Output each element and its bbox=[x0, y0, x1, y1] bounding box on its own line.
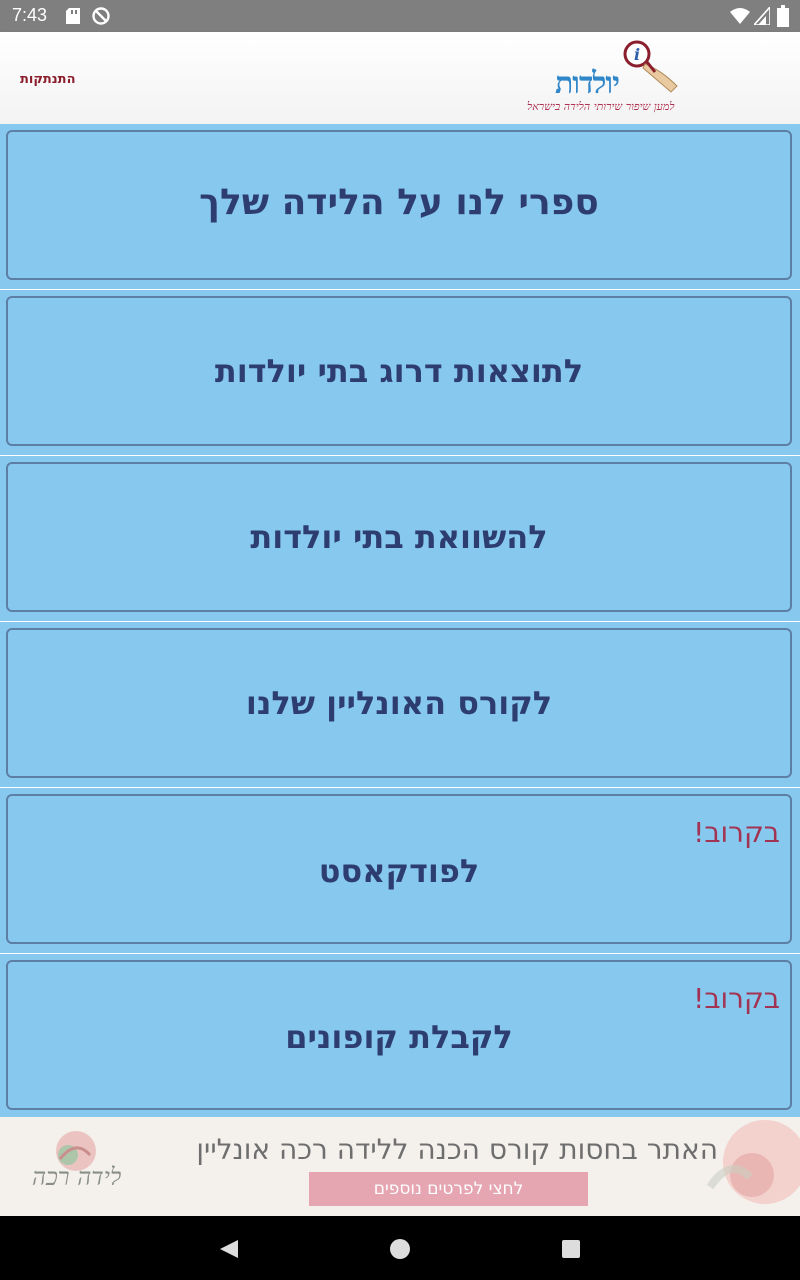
banner-logo-text: לידה רכה bbox=[32, 1163, 122, 1191]
signal-icon bbox=[754, 7, 770, 25]
back-icon[interactable] bbox=[218, 1238, 240, 1260]
menu-item-compare[interactable]: להשוואת בתי יולדות bbox=[0, 456, 800, 621]
menu-card[interactable]: להשוואת בתי יולדות bbox=[6, 462, 792, 612]
menu-item-label: ספרי לנו על הלידה שלך bbox=[199, 182, 599, 223]
do-not-disturb-icon bbox=[92, 7, 110, 25]
menu-list: ספרי לנו על הלידה שלך לתוצאות דרוג בתי י… bbox=[0, 124, 800, 1119]
app-header: התנתקות i יולדות למען שיפור שירותי הלידה… bbox=[0, 32, 800, 124]
menu-card[interactable]: בקרוב! לקבלת קופונים bbox=[6, 960, 792, 1110]
recents-icon[interactable] bbox=[560, 1238, 582, 1260]
menu-item-coupons[interactable]: בקרוב! לקבלת קופונים bbox=[0, 954, 800, 1119]
menu-card[interactable]: לתוצאות דרוג בתי יולדות bbox=[6, 296, 792, 446]
system-nav-bar bbox=[0, 1216, 800, 1280]
coming-soon-badge: בקרוב! bbox=[693, 982, 780, 1015]
menu-item-label: לקבלת קופונים bbox=[285, 1018, 513, 1056]
svg-text:i: i bbox=[634, 45, 640, 64]
menu-item-label: לפודקאסט bbox=[318, 852, 480, 890]
battery-icon bbox=[777, 5, 789, 27]
banner-cta-button[interactable]: לחצי לפרטים נוספים bbox=[309, 1172, 588, 1206]
logout-link[interactable]: התנתקות bbox=[20, 72, 76, 87]
sponsor-banner[interactable]: לידה רכה האתר בחסות קורס הכנה ללידה רכה … bbox=[0, 1117, 800, 1216]
menu-card[interactable]: לקורס האונליין שלנו bbox=[6, 628, 792, 778]
menu-item-label: להשוואת בתי יולדות bbox=[250, 518, 548, 556]
menu-item-tell-us[interactable]: ספרי לנו על הלידה שלך bbox=[0, 124, 800, 289]
status-time: 7:43 bbox=[12, 5, 48, 25]
rose-decoration-icon bbox=[706, 1120, 800, 1204]
menu-item-label: לתוצאות דרוג בתי יולדות bbox=[214, 352, 584, 390]
home-icon[interactable] bbox=[389, 1238, 411, 1260]
logo-tagline: למען שיפור שירותי הלידה בישראל bbox=[527, 100, 675, 113]
banner-headline: האתר בחסות קורס הכנה ללידה רכה אונליין bbox=[196, 1133, 718, 1166]
logo-brand: יולדות bbox=[555, 66, 620, 101]
status-bar: 7:43 bbox=[0, 0, 800, 32]
banner-logo: לידה רכה bbox=[20, 1125, 160, 1209]
menu-card[interactable]: בקרוב! לפודקאסט bbox=[6, 794, 792, 944]
menu-card[interactable]: ספרי לנו על הלידה שלך bbox=[6, 130, 792, 280]
app-logo: i יולדות למען שיפור שירותי הלידה בישראל bbox=[525, 38, 685, 118]
info-magnifier-icon: i bbox=[623, 40, 678, 93]
menu-item-ratings[interactable]: לתוצאות דרוג בתי יולדות bbox=[0, 290, 800, 455]
sd-card-icon bbox=[66, 8, 80, 24]
menu-item-online-course[interactable]: לקורס האונליין שלנו bbox=[0, 622, 800, 787]
menu-item-podcast[interactable]: בקרוב! לפודקאסט bbox=[0, 788, 800, 953]
menu-item-label: לקורס האונליין שלנו bbox=[245, 684, 553, 722]
wifi-icon bbox=[730, 8, 750, 24]
coming-soon-badge: בקרוב! bbox=[693, 816, 780, 849]
